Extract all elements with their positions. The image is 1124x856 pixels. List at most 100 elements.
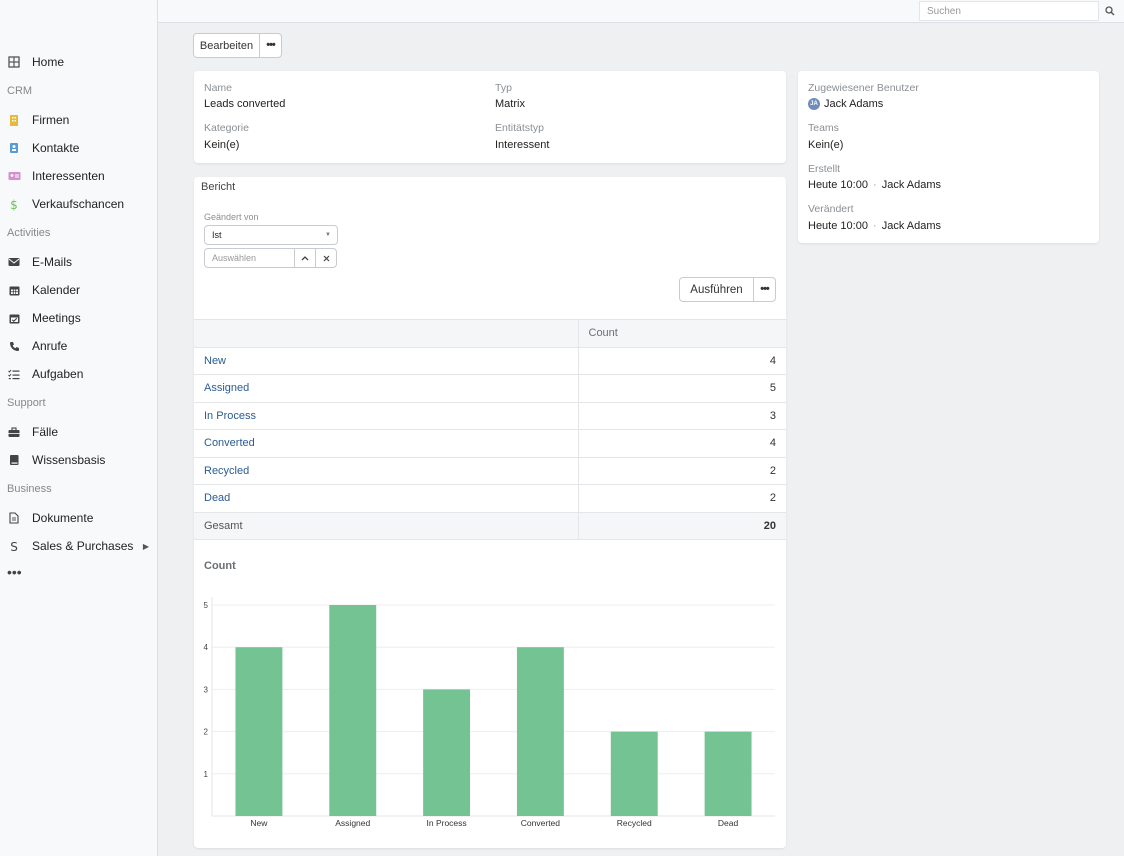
table-row: Converted 4 xyxy=(194,429,786,457)
s-letter-icon: S xyxy=(7,539,21,553)
sidebar-item-anrufe[interactable]: Anrufe xyxy=(0,332,157,360)
run-button[interactable]: Ausführen xyxy=(679,277,754,302)
topbar xyxy=(158,0,1124,23)
assigned-user-name[interactable]: Jack Adams xyxy=(824,98,883,110)
phone-icon xyxy=(7,339,21,353)
sidebar-item-label: Fälle xyxy=(32,425,59,439)
row-label-link[interactable]: Assigned xyxy=(204,382,249,394)
sidebar-group-label: CRM xyxy=(7,85,33,97)
sidebar-item-aufgaben[interactable]: Aufgaben xyxy=(0,360,157,388)
row-label-cell: Assigned xyxy=(194,374,579,402)
row-label-link[interactable]: Recycled xyxy=(204,465,249,477)
name-label: Name xyxy=(204,82,233,94)
modified-label: Verändert xyxy=(808,203,854,215)
sidebar-item-dokumente[interactable]: Dokumente xyxy=(0,504,157,532)
sidebar-item-label: Verkaufschancen xyxy=(32,197,125,211)
modified-by[interactable]: Jack Adams xyxy=(882,220,941,232)
filter-select-button[interactable] xyxy=(294,248,316,268)
svg-text:S: S xyxy=(10,540,18,553)
x-tick-label: In Process xyxy=(427,818,467,828)
filter-operator-select[interactable]: Ist ▼ xyxy=(204,225,338,245)
side-panel: Zugewiesener Benutzer JA Jack Adams Teams… xyxy=(798,71,1099,243)
more-icon: ••• xyxy=(760,283,770,295)
sidebar-item-label: Kalender xyxy=(32,283,81,297)
row-label-cell: New xyxy=(194,346,579,375)
search-button[interactable] xyxy=(1099,1,1121,21)
row-label-cell: Dead xyxy=(194,484,579,512)
sidebar-item-label: Sales & Purchases xyxy=(32,539,134,553)
separator: · xyxy=(873,179,877,191)
calendar-check-icon xyxy=(7,311,21,325)
category-value: Kein(e) xyxy=(204,139,240,151)
total-value: 20 xyxy=(578,511,786,540)
bar xyxy=(235,647,283,816)
search-input[interactable] xyxy=(919,1,1099,21)
row-label-link[interactable]: In Process xyxy=(204,410,256,422)
chevron-up-icon xyxy=(301,256,309,261)
edit-more-button[interactable]: ••• xyxy=(259,33,282,58)
sidebar-item-interessenten[interactable]: Interessenten xyxy=(0,162,157,190)
sidebar-item-sales-purchases[interactable]: S Sales & Purchases ▶ xyxy=(0,532,157,560)
created-label: Erstellt xyxy=(808,163,841,175)
task-list-icon xyxy=(7,367,21,381)
table-row: Dead 2 xyxy=(194,484,786,512)
modified-value: Heute 10:00 · Jack Adams xyxy=(808,220,941,232)
name-value: Leads converted xyxy=(204,98,286,110)
y-tick-label: 3 xyxy=(204,685,209,694)
chevron-right-icon: ▶ xyxy=(142,541,149,551)
sidebar-nav: Home CRM Firmen Kontakte Interessenten $ Verka… xyxy=(0,48,157,584)
x-tick-label: Converted xyxy=(521,818,560,828)
row-label-link[interactable]: Dead xyxy=(204,492,230,504)
sidebar-more-button[interactable]: ••• xyxy=(0,560,157,584)
assigned-user-value[interactable]: JA Jack Adams xyxy=(808,98,883,111)
edit-button[interactable]: Bearbeiten xyxy=(193,33,260,58)
assigned-user-label: Zugewiesener Benutzer xyxy=(808,82,919,94)
dollar-icon: $ xyxy=(7,197,21,211)
sidebar-item-label: Meetings xyxy=(32,311,81,325)
filter-label: Geändert von xyxy=(204,212,259,222)
sidebar-item-home[interactable]: Home xyxy=(0,48,157,76)
sidebar-item-label: Aufgaben xyxy=(32,367,84,381)
teams-value: Kein(e) xyxy=(808,139,844,151)
run-more-button[interactable]: ••• xyxy=(753,277,776,302)
building-icon xyxy=(7,113,21,127)
created-by[interactable]: Jack Adams xyxy=(882,179,941,191)
report-table: Count New 4 Assigned 5 In Process 3 Converted 4… xyxy=(194,319,786,540)
sidebar-item-firmen[interactable]: Firmen xyxy=(0,106,157,134)
row-label-cell: Recycled xyxy=(194,456,579,485)
row-label-link[interactable]: Converted xyxy=(204,437,255,449)
entity-type-value: Interessent xyxy=(495,139,550,151)
caret-down-icon: ▼ xyxy=(325,232,331,238)
table-row: In Process 3 xyxy=(194,401,786,430)
sidebar-group-label: Activities xyxy=(7,227,51,239)
x-tick-label: Assigned xyxy=(335,818,370,828)
book-icon xyxy=(7,453,21,467)
more-icon: ••• xyxy=(266,39,276,51)
report-title: Bericht xyxy=(201,181,236,193)
bar xyxy=(329,605,377,816)
created-value: Heute 10:00 · Jack Adams xyxy=(808,179,941,191)
sidebar-item-kontakte[interactable]: Kontakte xyxy=(0,134,157,162)
sidebar-item-fälle[interactable]: Fälle xyxy=(0,418,157,446)
x-tick-label: Dead xyxy=(718,818,739,828)
sidebar-item-e-mails[interactable]: E-Mails xyxy=(0,248,157,276)
type-label: Typ xyxy=(495,82,512,94)
sidebar-item-meetings[interactable]: Meetings xyxy=(0,304,157,332)
bar-chart: 1 2 3 4 5 New Assigned In Process Converted Recyc… xyxy=(204,597,775,828)
sidebar-item-verkaufschancen[interactable]: $ Verkaufschancen xyxy=(0,190,157,218)
sidebar-item-kalender[interactable]: Kalender xyxy=(0,276,157,304)
filter-value-input[interactable] xyxy=(204,248,295,268)
sidebar-item-wissensbasis[interactable]: Wissensbasis xyxy=(0,446,157,474)
row-label-cell: In Process xyxy=(194,401,579,430)
row-label-cell: Converted xyxy=(194,429,579,457)
x-tick-label: Recycled xyxy=(617,818,652,828)
created-time: Heute 10:00 xyxy=(808,179,868,191)
bar xyxy=(516,647,564,816)
row-label-link[interactable]: New xyxy=(204,355,226,367)
filter-clear-button[interactable] xyxy=(315,248,337,268)
close-icon xyxy=(323,255,329,261)
table-row: Assigned 5 xyxy=(194,374,786,402)
category-label: Kategorie xyxy=(204,122,249,134)
sidebar-item-label: Firmen xyxy=(32,113,70,127)
bar xyxy=(704,731,752,816)
